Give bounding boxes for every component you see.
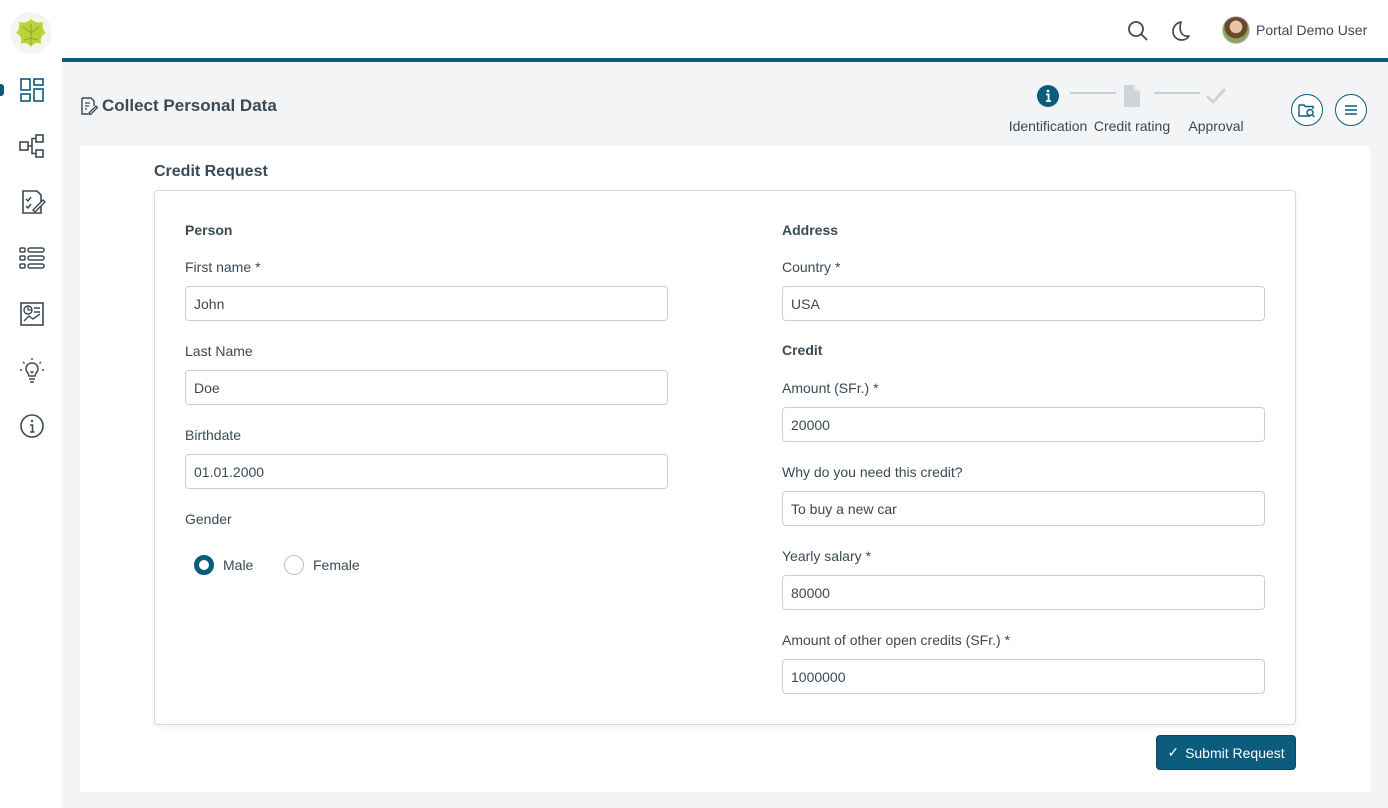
user-name: Portal Demo User <box>1256 22 1368 38</box>
statistics-icon <box>20 302 44 326</box>
content-card: Credit Request Person First name* Last N… <box>80 146 1370 792</box>
country-label: Country * <box>782 259 840 275</box>
first-name-field[interactable] <box>185 286 668 321</box>
step-label: Identification <box>1008 118 1088 134</box>
info-icon <box>1037 85 1059 107</box>
label-text: Amount (SFr.) <box>782 380 870 396</box>
sidebar-item-ideas[interactable] <box>16 354 48 386</box>
search-button[interactable] <box>1126 19 1150 43</box>
radio-button[interactable] <box>284 555 304 575</box>
task-icon <box>22 190 46 214</box>
radio-label: Male <box>223 557 254 573</box>
reason-field[interactable] <box>782 491 1265 526</box>
label-text: Country <box>782 259 832 275</box>
radio-button-checked[interactable] <box>194 555 214 575</box>
required-mark: * <box>865 548 872 564</box>
first-name-label: First name * <box>185 259 261 275</box>
label-text: First name <box>185 259 252 275</box>
step-identification: Identification <box>1003 84 1093 134</box>
list-icon <box>19 247 45 269</box>
yearly-salary-field[interactable] <box>782 575 1265 610</box>
required-mark: * <box>1004 632 1011 648</box>
edit-document-icon <box>81 97 98 115</box>
sidebar-item-cases[interactable] <box>16 242 48 274</box>
hamburger-icon <box>1345 105 1357 115</box>
dashboard-icon <box>20 78 44 102</box>
submit-label: Submit Request <box>1185 744 1285 761</box>
page-title: Collect Personal Data <box>102 96 277 115</box>
step-credit-rating: Credit rating <box>1087 84 1177 134</box>
sidebar-item-statistics[interactable] <box>16 298 48 330</box>
sidebar <box>0 0 62 808</box>
sidebar-item-about[interactable] <box>16 410 48 442</box>
user-menu[interactable]: Portal Demo User <box>1222 14 1367 46</box>
sidebar-item-processes[interactable] <box>16 130 48 162</box>
theme-toggle-button[interactable] <box>1168 19 1192 43</box>
person-group-label: Person <box>185 222 233 238</box>
required-mark: * <box>255 259 261 275</box>
page-header: Collect Personal Data <box>80 96 277 116</box>
country-field[interactable] <box>782 286 1265 321</box>
birthdate-field[interactable] <box>185 454 668 489</box>
check-icon <box>1205 87 1227 105</box>
check-icon: ✓ <box>1167 744 1180 760</box>
sidebar-item-tasks[interactable] <box>16 186 48 218</box>
reason-label: Why do you need this credit? <box>782 464 963 480</box>
gender-radio-female[interactable]: Female <box>284 555 360 575</box>
yearly-salary-label: Yearly salary * <box>782 548 871 564</box>
app-logo[interactable] <box>10 12 52 54</box>
sidebar-item-dashboard[interactable] <box>16 74 48 106</box>
other-credits-label: Amount of other open credits (SFr.) * <box>782 632 1010 648</box>
section-title: Credit Request <box>154 163 268 180</box>
submit-request-button[interactable]: ✓ Submit Request <box>1156 735 1296 770</box>
gender-radio-male[interactable]: Male <box>194 555 253 575</box>
label-text: Yearly salary <box>782 548 862 564</box>
process-icon <box>19 134 44 158</box>
required-mark: * <box>873 380 879 396</box>
folder-search-icon <box>1298 104 1315 118</box>
credit-request-panel: Person First name* Last Name Birthdate G… <box>154 190 1296 725</box>
last-name-field[interactable] <box>185 370 668 405</box>
document-icon <box>1124 85 1140 107</box>
radio-label: Female <box>313 557 360 573</box>
amount-field[interactable] <box>782 407 1265 442</box>
amount-label: Amount (SFr.) * <box>782 380 879 396</box>
case-details-button[interactable] <box>1291 94 1323 126</box>
info-icon <box>20 414 44 438</box>
menu-button[interactable] <box>1335 94 1367 126</box>
avatar <box>1222 16 1250 44</box>
ivy-leaf-icon <box>16 19 46 47</box>
address-group-label: Address <box>782 222 839 238</box>
step-approval: Approval <box>1171 84 1261 134</box>
gender-label: Gender <box>185 511 232 527</box>
birthdate-label: Birthdate <box>185 427 242 443</box>
search-icon <box>1128 21 1148 41</box>
idea-icon <box>20 358 44 383</box>
active-indicator <box>0 84 4 96</box>
top-bar: Portal Demo User <box>62 0 1388 62</box>
label-text: Amount of other open credits (SFr.) <box>782 632 1001 648</box>
step-label: Credit rating <box>1093 118 1171 134</box>
required-mark: * <box>835 259 841 275</box>
process-stepper: Identification Credit rating Approval <box>1004 84 1250 134</box>
step-label: Approval <box>1188 118 1244 134</box>
credit-group-label: Credit <box>782 342 823 358</box>
last-name-label: Last Name <box>185 343 253 359</box>
other-credits-field[interactable] <box>782 659 1265 694</box>
moon-icon <box>1172 21 1190 41</box>
